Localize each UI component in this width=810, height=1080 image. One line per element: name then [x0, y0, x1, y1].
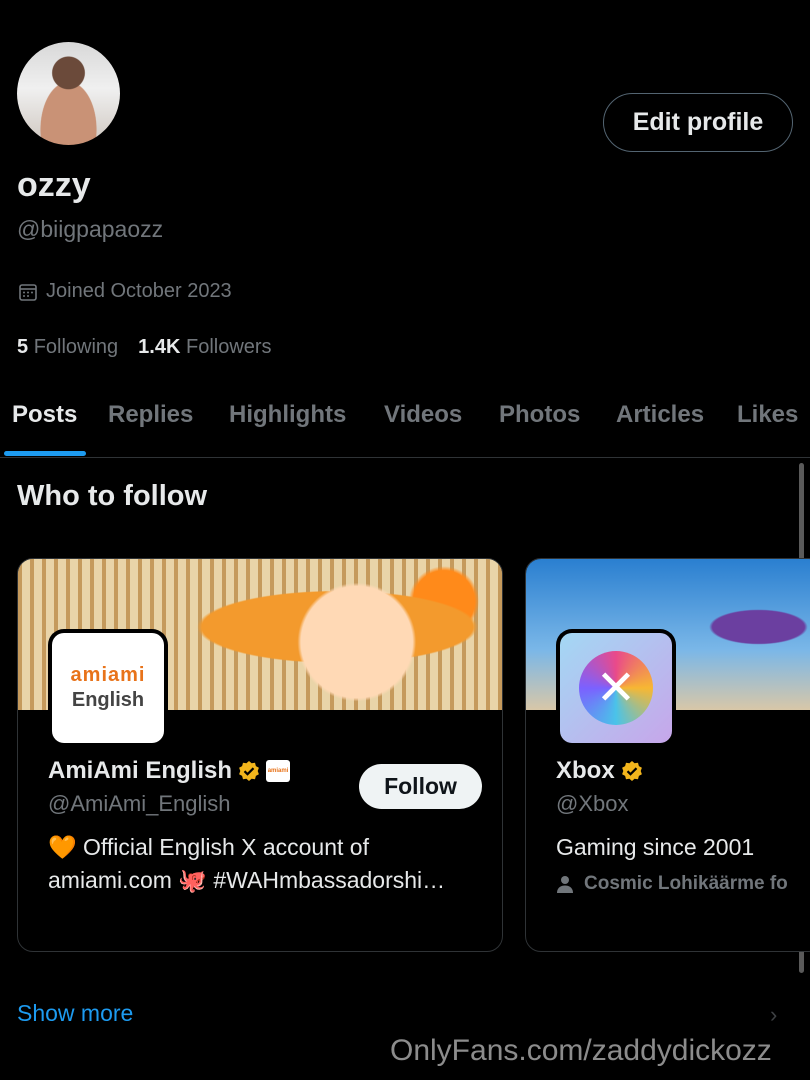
calendar-icon [19, 283, 37, 301]
card-handle: @Xbox [556, 791, 629, 816]
followers-label: Followers [185, 336, 272, 358]
social-context-text: Cosmic Lohikäärme fo [584, 873, 788, 894]
card-name[interactable]: AmiAmi English amiami [48, 757, 291, 785]
follow-button[interactable]: Follow [359, 764, 482, 809]
edit-profile-button[interactable]: Edit profile [603, 93, 793, 152]
tab-articles[interactable]: Articles [616, 401, 704, 429]
card-avatar[interactable]: amiami English [48, 629, 168, 747]
amiami-logo: amiami [70, 664, 146, 686]
tab-videos[interactable]: Videos [384, 401, 462, 429]
card-avatar[interactable] [556, 629, 676, 747]
profile-handle: @biigpapaozz [17, 216, 164, 242]
follow-stats: 5 Following 1.4K Followers [17, 336, 272, 359]
tab-highlights[interactable]: Highlights [229, 401, 346, 429]
chevron-right-icon[interactable]: › [770, 1002, 777, 1028]
card-name-text: AmiAmi English [48, 757, 233, 784]
following-label: Following [33, 336, 119, 358]
affiliate-badge-icon: amiami [266, 760, 291, 782]
followers-link[interactable]: 1.4K Followers [138, 336, 271, 359]
show-more-link[interactable]: Show more [17, 1000, 133, 1027]
person-icon [557, 876, 573, 893]
amiami-logo-sub: English [71, 689, 145, 711]
card-name[interactable]: Xbox [556, 757, 643, 785]
following-count: 5 [17, 336, 29, 358]
card-bio: Gaming since 2001 [556, 834, 755, 860]
card-handle: @AmiAmi_English [48, 791, 231, 816]
xbox-logo-icon [579, 651, 653, 725]
profile-tabs: Posts Replies Highlights Videos Photos A… [0, 395, 810, 458]
joined-text: Joined October 2023 [46, 280, 232, 302]
followers-count: 1.4K [138, 336, 181, 358]
follow-card-amiami[interactable]: amiami English AmiAmi English amiami @Am… [17, 558, 503, 952]
display-name: ozzy [17, 166, 91, 204]
verified-badge-icon [621, 761, 642, 781]
tab-replies[interactable]: Replies [108, 401, 193, 429]
tab-likes[interactable]: Likes [737, 401, 798, 429]
watermark: OnlyFans.com/zaddydickozz [390, 1034, 772, 1067]
following-link[interactable]: 5 Following [17, 336, 118, 359]
card-bio-line: 🧡 Official English X account of [48, 834, 369, 860]
tab-photos[interactable]: Photos [499, 401, 580, 429]
active-tab-indicator [4, 451, 86, 456]
verified-badge-icon [239, 761, 259, 781]
tab-posts[interactable]: Posts [12, 401, 77, 429]
card-bio: 🧡 Official English X account of amiami.c… [48, 831, 445, 897]
who-to-follow-title: Who to follow [17, 480, 208, 512]
joined-date: Joined October 2023 [18, 280, 232, 303]
social-context: Cosmic Lohikäärme fo [556, 873, 788, 895]
card-name-text: Xbox [556, 757, 615, 784]
card-bio-line: amiami.com 🐙 #WAHmbassadorshi… [48, 867, 446, 893]
profile-avatar[interactable] [17, 42, 120, 145]
follow-card-xbox[interactable]: Xbox @Xbox Gaming since 2001 Cosmic Lohi… [525, 558, 810, 952]
